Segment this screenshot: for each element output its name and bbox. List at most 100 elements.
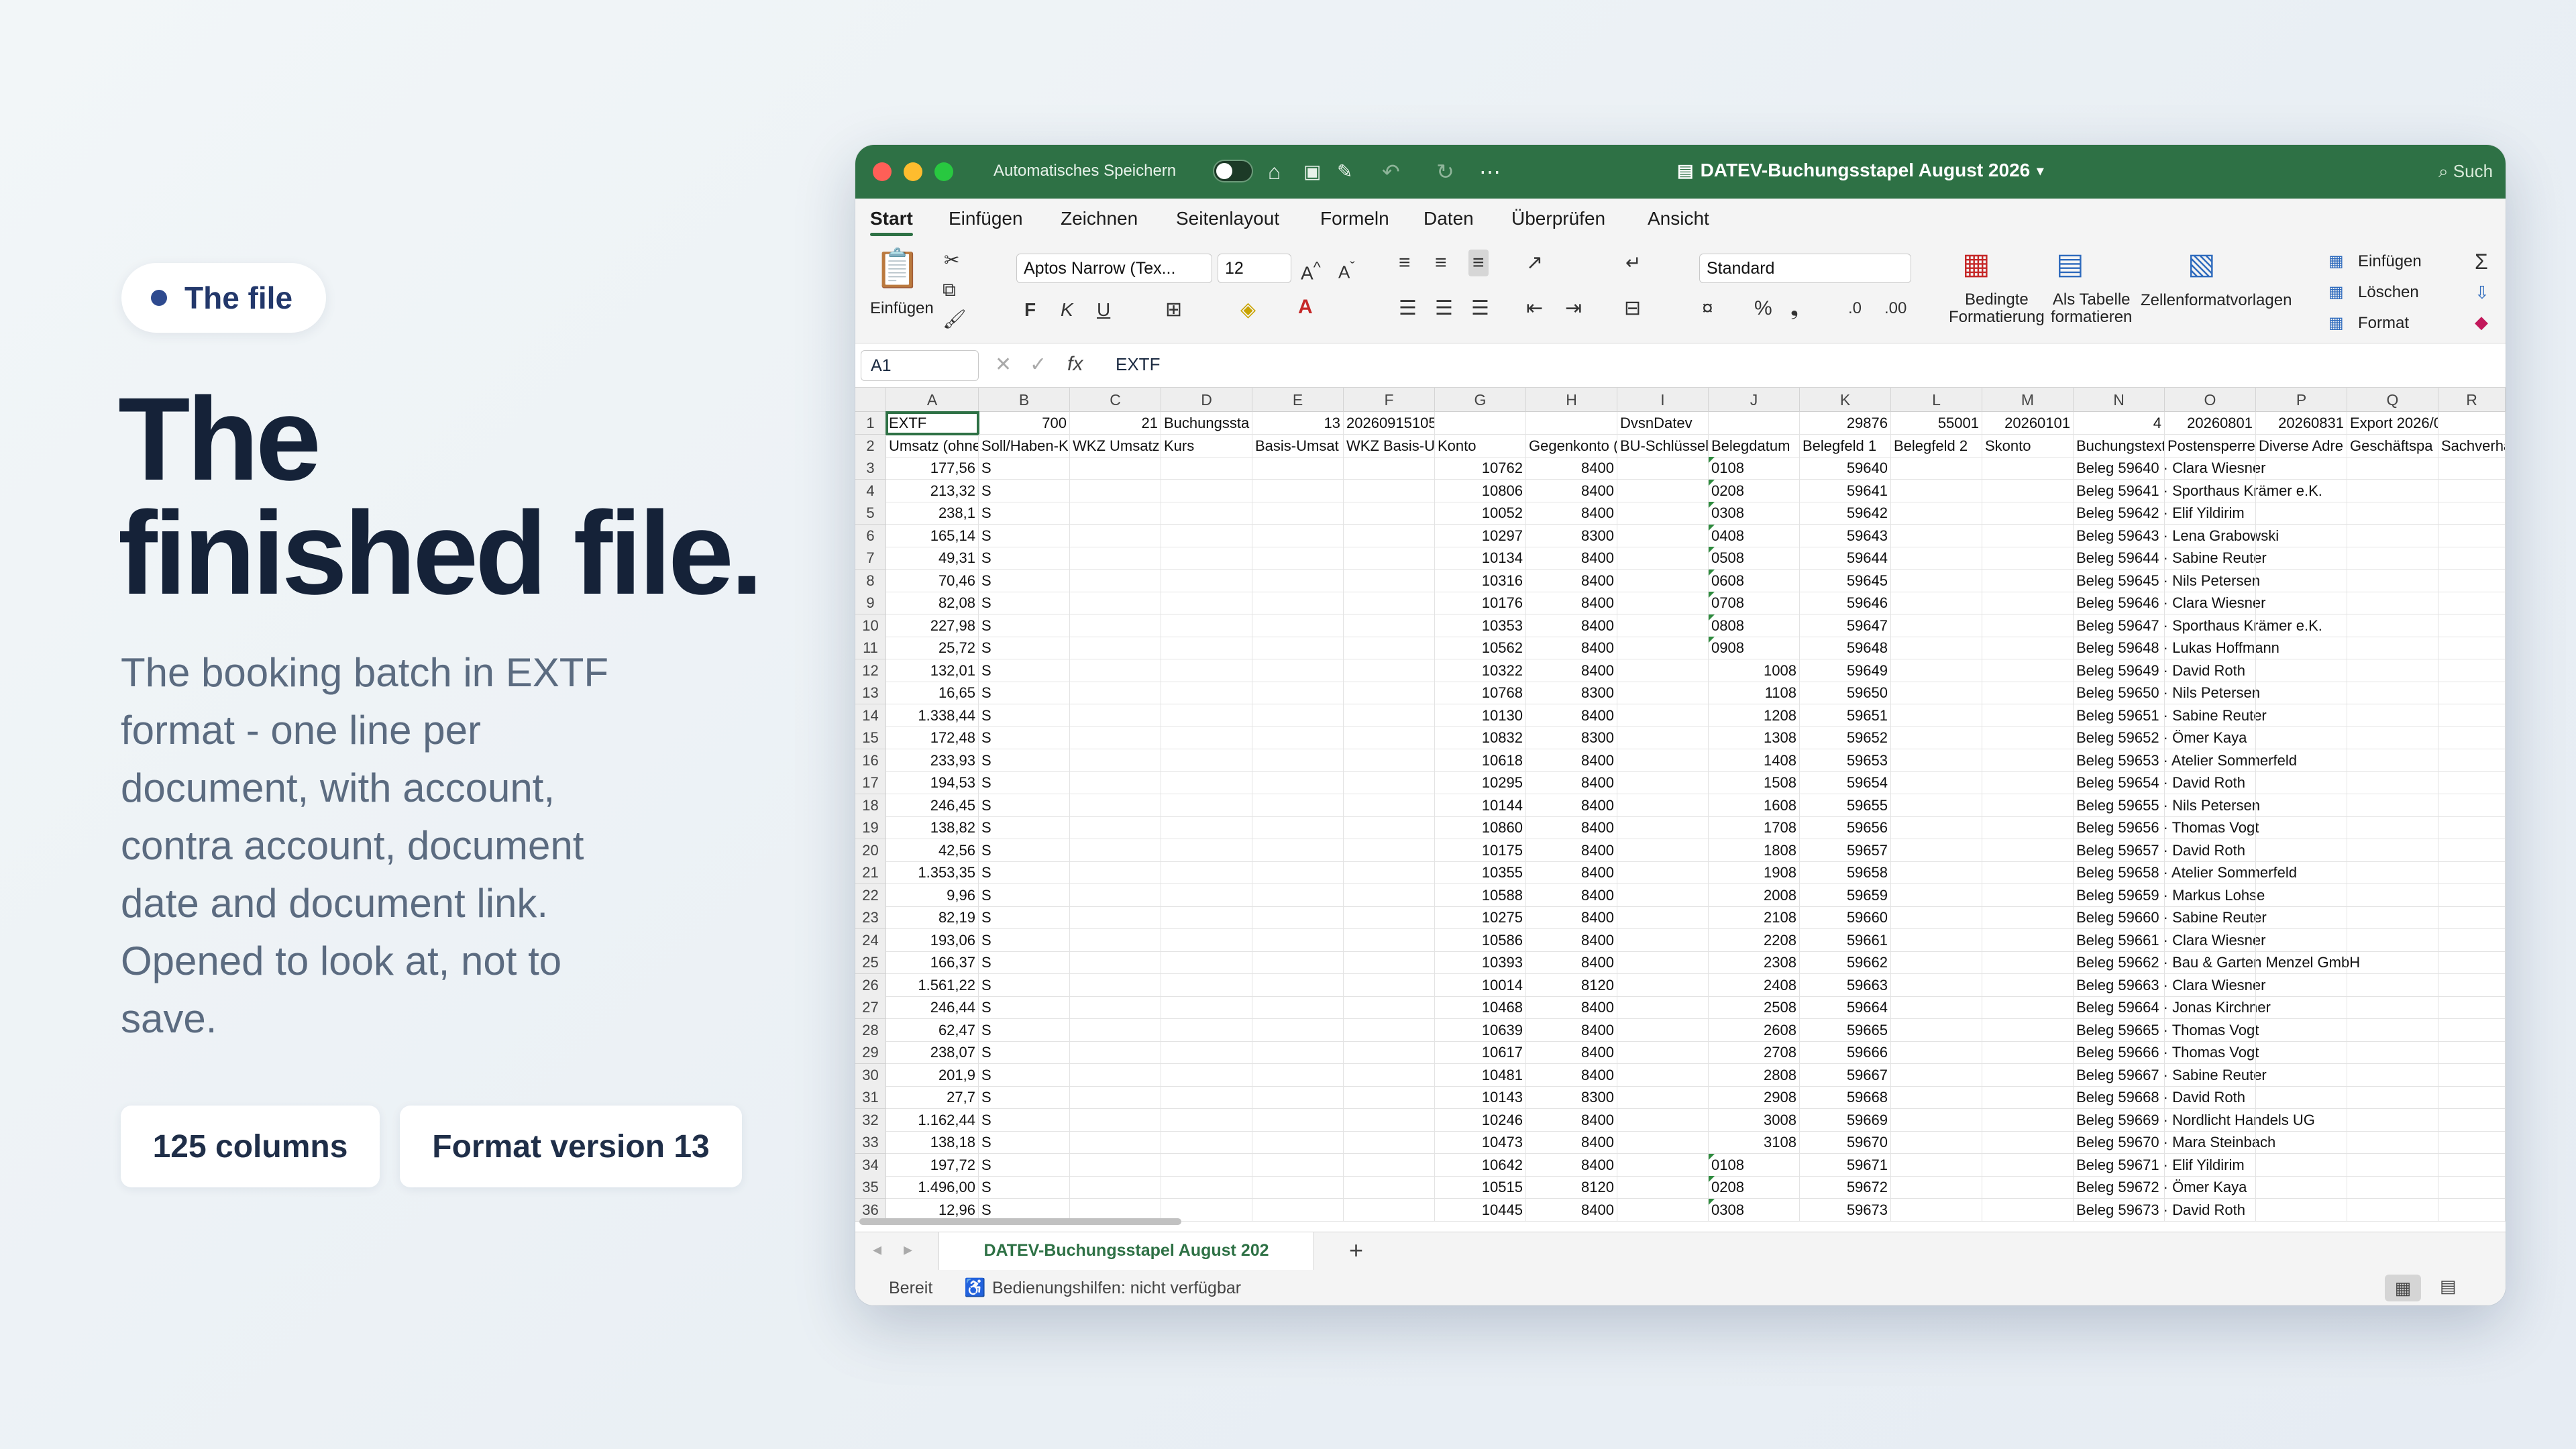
cell[interactable] (2438, 1086, 2506, 1109)
cell[interactable] (1070, 479, 1161, 502)
cell[interactable] (1070, 771, 1161, 794)
cell[interactable] (1982, 996, 2074, 1019)
row-header[interactable]: 26 (855, 973, 886, 997)
cell[interactable]: 59641 (1800, 479, 1891, 502)
cell[interactable] (1344, 883, 1435, 907)
cell[interactable]: S (979, 928, 1070, 952)
cell[interactable] (1070, 457, 1161, 480)
cell[interactable] (1252, 637, 1344, 659)
cell[interactable]: 0308 (1709, 502, 1800, 525)
row-header[interactable]: 2 (855, 434, 886, 458)
cell[interactable]: 8400 (1526, 839, 1617, 862)
cell[interactable] (2347, 1018, 2438, 1042)
cell[interactable]: 10445 (1435, 1198, 1526, 1222)
cell[interactable]: 8400 (1526, 906, 1617, 929)
cell[interactable]: 59643 (1800, 524, 1891, 547)
error-indicator-icon[interactable] (1709, 569, 1715, 576)
cell[interactable] (2165, 614, 2256, 637)
cell[interactable] (2256, 479, 2347, 502)
cell[interactable] (1344, 1041, 1435, 1064)
cell[interactable]: 2408 (1709, 973, 1800, 997)
cell[interactable] (2165, 1198, 2256, 1222)
cell[interactable] (1891, 547, 1982, 570)
cell[interactable]: Beleg 59659 · Markus Lohse (2074, 883, 2265, 907)
cell[interactable] (1070, 682, 1161, 704)
select-all-corner[interactable] (855, 388, 886, 412)
cell[interactable]: 1508 (1709, 771, 1800, 794)
zoom-window-button[interactable] (934, 162, 953, 181)
cell[interactable]: 8400 (1526, 794, 1617, 817)
cell[interactable] (2256, 771, 2347, 794)
cell[interactable]: S (979, 906, 1070, 929)
cell[interactable]: Beleg 59671 · Elif Yildirim (2074, 1153, 2245, 1177)
cell[interactable] (1982, 906, 2074, 929)
cell[interactable]: S (979, 1041, 1070, 1064)
cell[interactable]: Geschäftspa (2347, 434, 2438, 458)
cell[interactable] (1344, 614, 1435, 637)
cell[interactable] (1982, 727, 2074, 749)
cell[interactable] (1252, 771, 1344, 794)
cell[interactable]: 233,93 (886, 749, 979, 772)
cell[interactable]: Beleg 59663 · Clara Wiesner (2074, 973, 2265, 997)
cell[interactable] (2347, 547, 2438, 570)
row-header[interactable]: 1 (855, 412, 886, 435)
cell[interactable]: 2008 (1709, 883, 1800, 907)
cell[interactable]: 8400 (1526, 637, 1617, 659)
cell[interactable]: Beleg 59653 · Atelier Sommerfeld (2074, 749, 2297, 772)
cell[interactable] (1891, 749, 1982, 772)
cell[interactable]: WKZ Basis-U (1344, 434, 1435, 458)
cell[interactable]: 59658 (1800, 861, 1891, 884)
cell[interactable] (1891, 704, 1982, 727)
cell[interactable]: 59649 (1800, 659, 1891, 682)
cell[interactable] (1617, 1153, 1709, 1177)
cell[interactable] (1982, 771, 2074, 794)
cell[interactable] (1252, 682, 1344, 704)
cell[interactable]: 0708 (1709, 592, 1800, 614)
cell[interactable] (2256, 906, 2347, 929)
prev-sheet-icon[interactable]: ◂ (873, 1239, 881, 1260)
cell[interactable]: Beleg 59646 · Clara Wiesner (2074, 592, 2265, 614)
cell[interactable]: 10860 (1435, 816, 1526, 839)
cell[interactable]: 138,18 (886, 1131, 979, 1154)
tab-draw[interactable]: Zeichnen (1061, 208, 1138, 229)
font-color-icon[interactable]: A (1298, 294, 1313, 321)
cell[interactable]: Basis-Umsat (1252, 434, 1344, 458)
cell[interactable] (2438, 1131, 2506, 1154)
cell[interactable] (1344, 659, 1435, 682)
cell[interactable]: 59642 (1800, 502, 1891, 525)
font-size-select[interactable]: 12 (1218, 254, 1291, 283)
cell[interactable]: Buchungstext (2074, 434, 2165, 458)
cell[interactable] (1344, 592, 1435, 614)
cell[interactable] (1617, 1063, 1709, 1087)
column-header-l[interactable]: L (1891, 388, 1982, 412)
cell[interactable] (1070, 592, 1161, 614)
cell[interactable] (2165, 906, 2256, 929)
cell[interactable] (2438, 547, 2506, 570)
cell[interactable] (1982, 457, 2074, 480)
page-layout-view-icon[interactable]: ▤ (2440, 1276, 2457, 1297)
cell[interactable] (1982, 749, 2074, 772)
cell[interactable] (1070, 1041, 1161, 1064)
cell[interactable]: 8400 (1526, 996, 1617, 1019)
cell[interactable] (1070, 1108, 1161, 1132)
error-indicator-icon[interactable] (1709, 524, 1715, 531)
cell[interactable]: 2108 (1709, 906, 1800, 929)
cell[interactable]: Beleg 59647 · Sporthaus Krämer e.K. (2074, 614, 2322, 637)
row-header[interactable]: 24 (855, 928, 886, 952)
cell[interactable] (1891, 524, 1982, 547)
cell[interactable] (2165, 928, 2256, 952)
cell[interactable] (2165, 861, 2256, 884)
cell[interactable] (2438, 1063, 2506, 1087)
cell[interactable] (1891, 569, 1982, 592)
cell[interactable]: S (979, 457, 1070, 480)
cell[interactable]: 8400 (1526, 547, 1617, 570)
cell[interactable] (1617, 861, 1709, 884)
cell[interactable] (1252, 547, 1344, 570)
cell[interactable] (2347, 1063, 2438, 1087)
cell[interactable]: S (979, 1018, 1070, 1042)
cell[interactable] (1982, 1086, 2074, 1109)
cell[interactable]: 8400 (1526, 479, 1617, 502)
row-header[interactable]: 3 (855, 457, 886, 480)
cell[interactable] (2165, 479, 2256, 502)
cell[interactable] (1070, 1063, 1161, 1087)
